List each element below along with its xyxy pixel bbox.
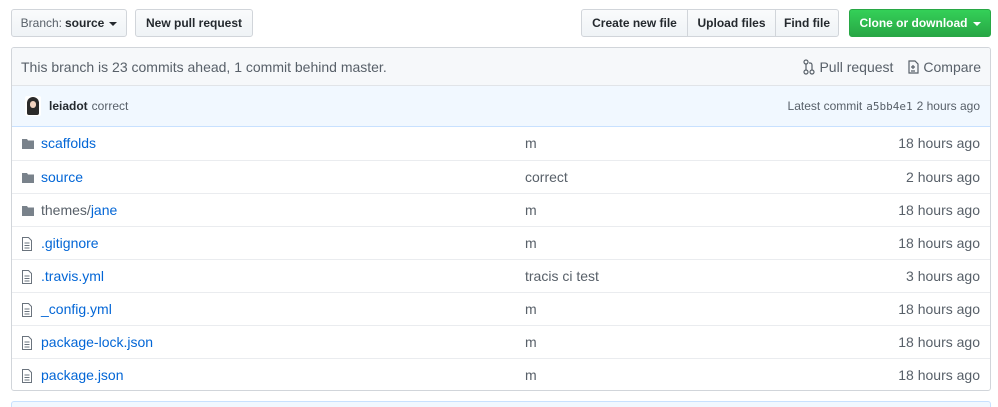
file-icon: [21, 368, 37, 384]
commit-sha[interactable]: a5bb4e1: [866, 100, 912, 113]
commit-age: 2 hours ago: [916, 99, 980, 113]
file-name[interactable]: _config.yml: [41, 301, 112, 317]
file-actions-group: Create new file Upload files Find file: [581, 9, 839, 37]
latest-commit-bar: leiadot correct Latest commit a5bb4e1 2 …: [12, 86, 990, 127]
file-name[interactable]: jane: [91, 202, 117, 218]
branch-status-bar: This branch is 23 commits ahead, 1 commi…: [12, 48, 990, 86]
commit-message-link[interactable]: correct: [525, 169, 568, 185]
commit-message[interactable]: correct: [92, 99, 129, 113]
commit-message-link[interactable]: tracis ci test: [525, 268, 599, 284]
commit-message-link[interactable]: m: [525, 135, 537, 151]
file-name[interactable]: .travis.yml: [41, 268, 104, 284]
file-name[interactable]: package-lock.json: [41, 334, 153, 350]
file-icon: [21, 335, 37, 351]
folder-icon: [21, 203, 37, 219]
file-row[interactable]: themes/jane m 18 hours ago: [12, 193, 990, 226]
file-name-link[interactable]: _config.yml: [41, 301, 112, 317]
folder-icon: [21, 136, 37, 152]
commit-age: 3 hours ago: [906, 268, 980, 284]
file-name-link[interactable]: scaffolds: [41, 135, 96, 151]
file-row[interactable]: _config.yml m 18 hours ago: [12, 292, 990, 325]
clone-label: Clone or download: [859, 16, 968, 30]
file-name-link[interactable]: package.json: [41, 367, 124, 383]
compare-link[interactable]: Compare: [907, 59, 981, 75]
commit-age: 18 hours ago: [898, 202, 980, 218]
pull-request-label: Pull request: [819, 58, 894, 75]
folder-icon: [21, 170, 37, 186]
create-new-file-button[interactable]: Create new file: [581, 9, 688, 37]
file-name[interactable]: scaffolds: [41, 135, 96, 151]
file-name[interactable]: source: [41, 169, 83, 185]
file-row[interactable]: package.json m 18 hours ago: [12, 358, 990, 390]
file-row[interactable]: .gitignore m 18 hours ago: [12, 226, 990, 259]
file-name-link[interactable]: .travis.yml: [41, 268, 104, 284]
commit-author[interactable]: leiadot: [49, 99, 88, 113]
commit-age: 18 hours ago: [898, 334, 980, 350]
caret-down-icon: [109, 22, 118, 26]
branch-name: source: [65, 16, 105, 30]
commit-age: 18 hours ago: [898, 301, 980, 317]
clone-or-download-button[interactable]: Clone or download: [849, 9, 991, 37]
pull-request-link[interactable]: Pull request: [803, 59, 893, 75]
file-icon: [21, 302, 37, 318]
commit-message-link[interactable]: m: [525, 202, 537, 218]
file-icon: [21, 269, 37, 285]
branch-status-text: This branch is 23 commits ahead, 1 commi…: [21, 58, 387, 75]
git-pull-request-icon: [803, 58, 816, 75]
file-name-link[interactable]: .gitignore: [41, 235, 99, 251]
compare-label: Compare: [923, 58, 981, 75]
new-pull-request-button[interactable]: New pull request: [135, 9, 253, 37]
readme-header-strip: [11, 401, 991, 407]
file-browser: This branch is 23 commits ahead, 1 commi…: [11, 47, 991, 391]
commit-message-link[interactable]: m: [525, 235, 537, 251]
file-name-link[interactable]: source: [41, 169, 83, 185]
file-name[interactable]: .gitignore: [41, 235, 99, 251]
file-row[interactable]: source correct 2 hours ago: [12, 160, 990, 193]
commit-message-link[interactable]: m: [525, 367, 537, 383]
latest-commit-label: Latest commit: [787, 99, 863, 113]
file-icon: [21, 236, 37, 252]
commit-age: 18 hours ago: [898, 135, 980, 151]
branch-prefix: Branch:: [20, 16, 62, 30]
path-prefix[interactable]: themes/: [41, 202, 91, 218]
find-file-button[interactable]: Find file: [775, 9, 839, 37]
diff-icon: [908, 59, 920, 74]
commit-message-link[interactable]: m: [525, 334, 537, 350]
upload-files-button[interactable]: Upload files: [687, 9, 776, 37]
file-name-link[interactable]: package-lock.json: [41, 334, 153, 350]
commit-age: 2 hours ago: [906, 169, 980, 185]
avatar[interactable]: [25, 96, 41, 116]
file-row[interactable]: .travis.yml tracis ci test 3 hours ago: [12, 259, 990, 292]
commit-age: 18 hours ago: [898, 367, 980, 383]
commit-message-link[interactable]: m: [525, 301, 537, 317]
commit-age: 18 hours ago: [898, 235, 980, 251]
file-row[interactable]: package-lock.json m 18 hours ago: [12, 325, 990, 358]
branch-select-button[interactable]: Branch: source: [11, 9, 127, 37]
file-row[interactable]: scaffolds m 18 hours ago: [12, 127, 990, 160]
caret-down-icon: [972, 22, 981, 26]
file-name[interactable]: package.json: [41, 367, 124, 383]
file-name-link[interactable]: themes/jane: [41, 202, 117, 218]
file-list: scaffolds m 18 hours ago source correct 2 hou…: [12, 127, 990, 390]
